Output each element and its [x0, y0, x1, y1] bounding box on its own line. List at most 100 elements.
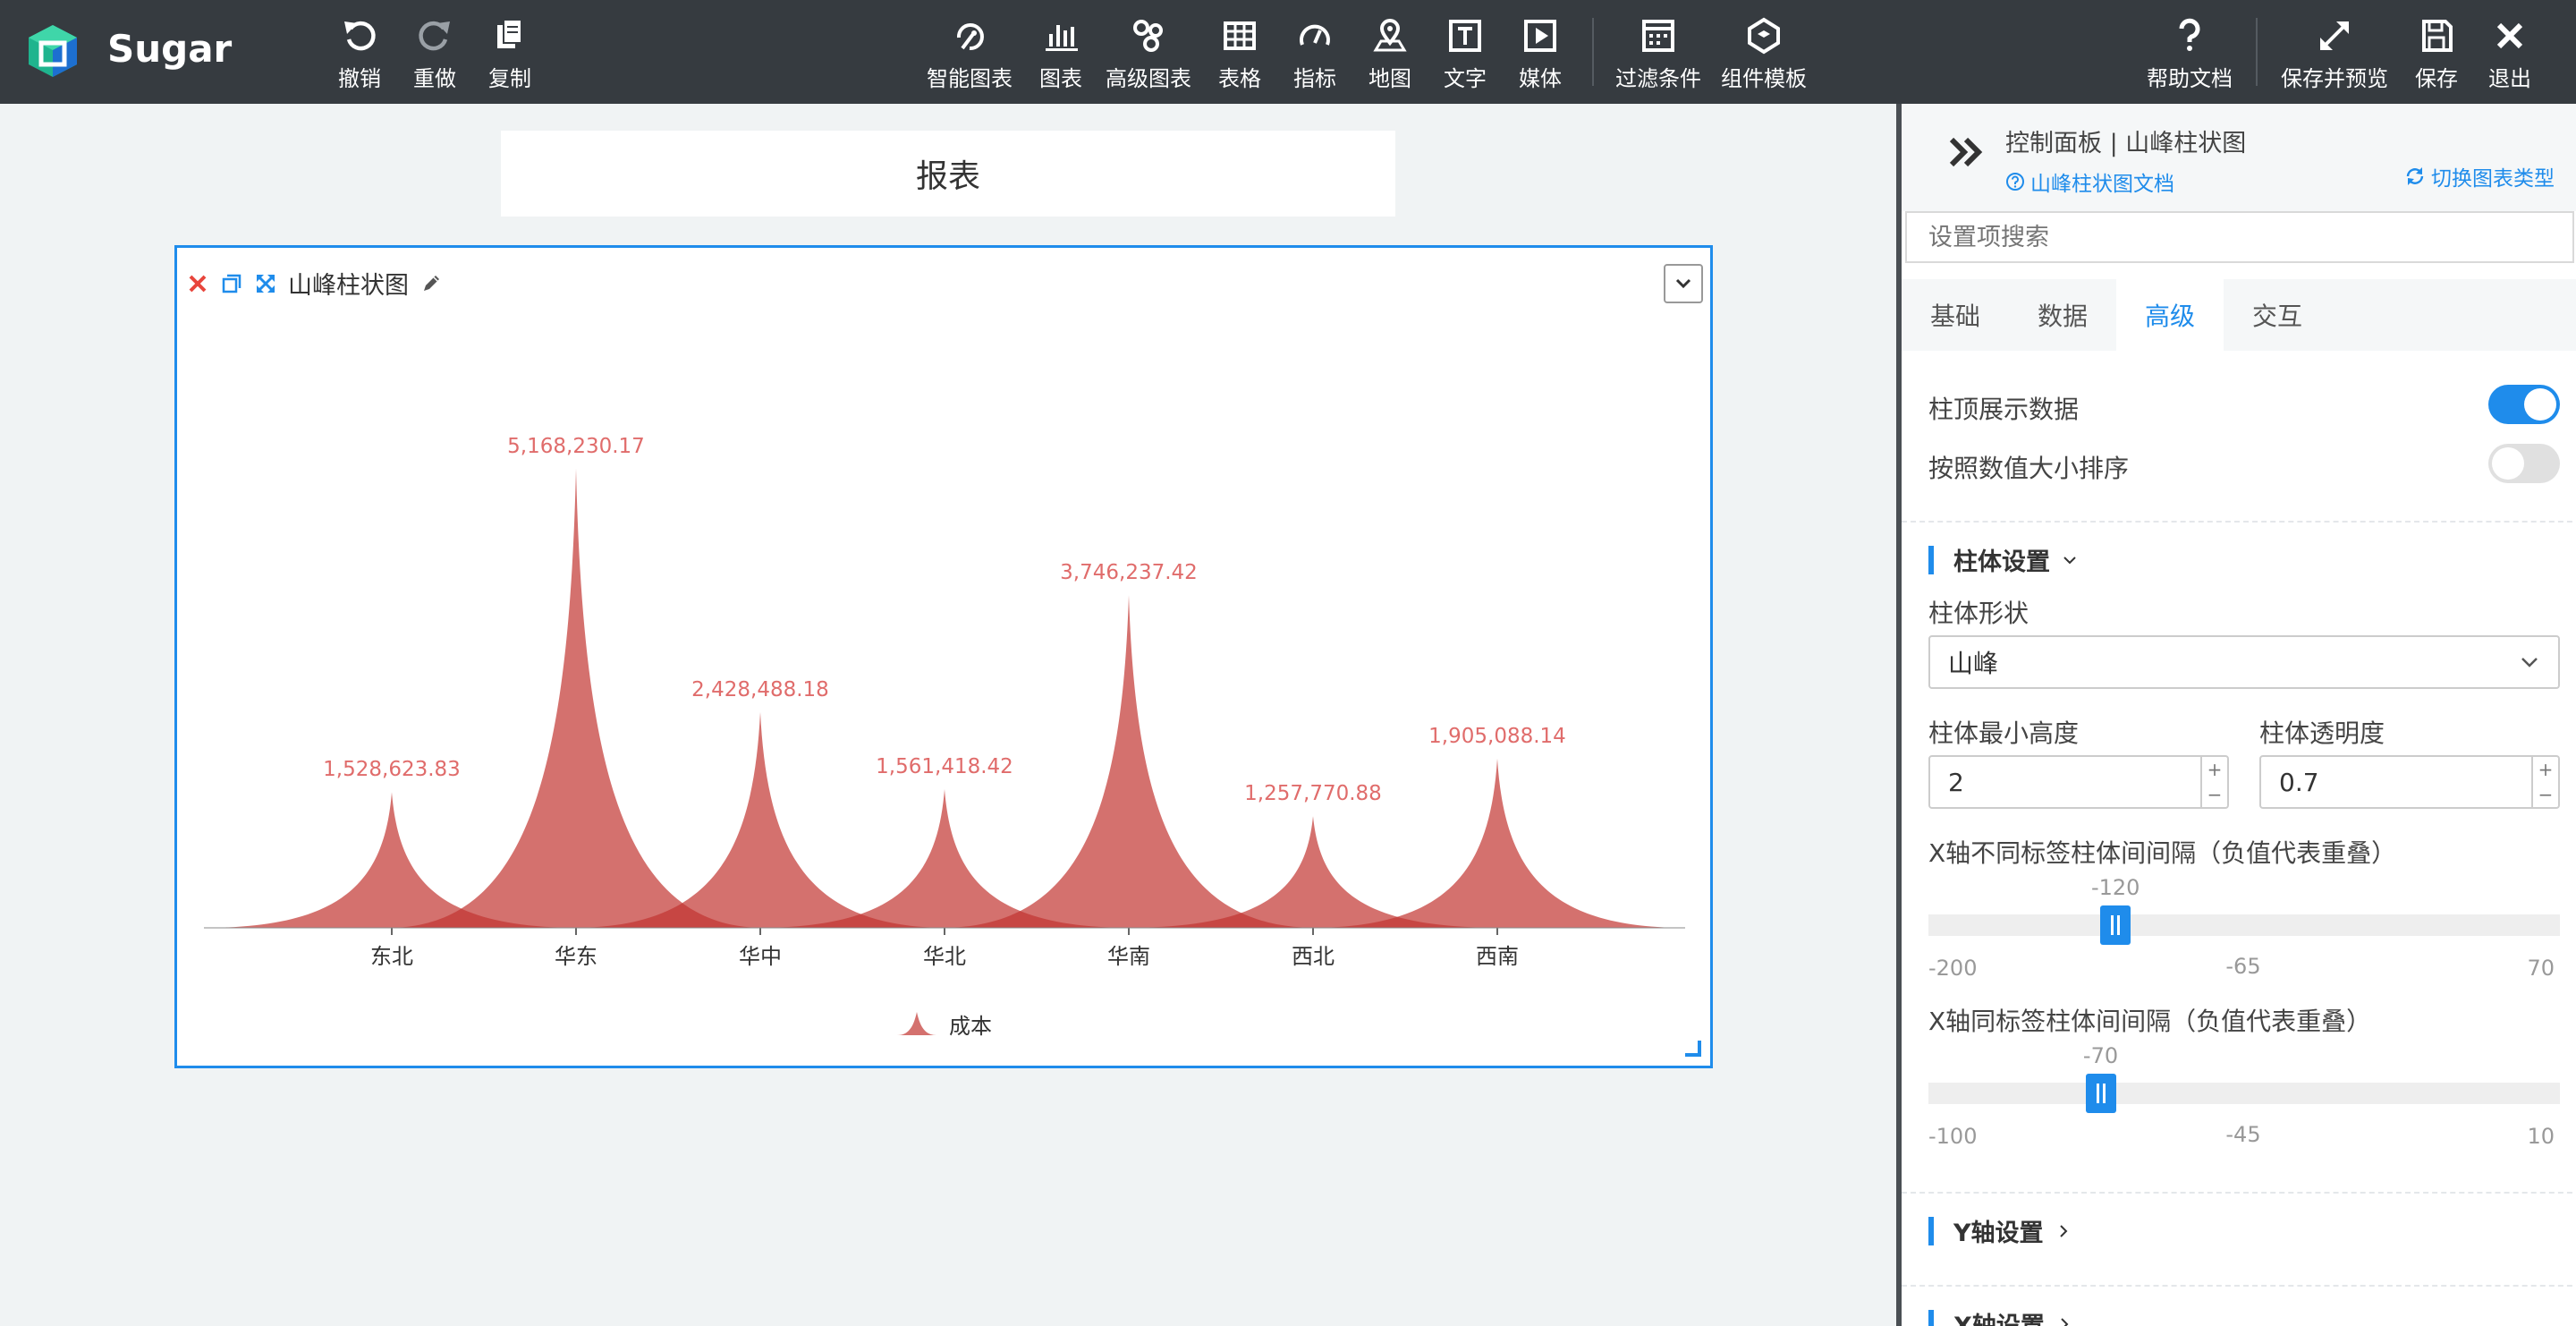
sort-by-value-label: 按照数值大小排序	[1928, 454, 2130, 483]
bar-settings-section[interactable]: 柱体设置	[1928, 542, 2079, 577]
undo-icon	[344, 21, 376, 51]
tab-advanced[interactable]: 高级	[2116, 279, 2224, 351]
section-divider	[1902, 1192, 2576, 1194]
template-button[interactable]: 组件模板	[1721, 16, 1807, 92]
save-preview-button[interactable]: 保存并预览	[2281, 16, 2388, 92]
tab-data[interactable]: 数据	[2009, 279, 2116, 351]
chevron-right-icon	[2059, 1224, 2067, 1237]
chart-doc-link[interactable]: 山峰柱状图文档	[2005, 166, 2174, 197]
data-label: 1,905,088.14	[1428, 725, 1566, 748]
tab-basic[interactable]: 基础	[1902, 279, 2009, 351]
x-axis-label: 华南	[1107, 944, 1150, 969]
table-icon	[1224, 21, 1256, 50]
report-title[interactable]: 报表	[501, 131, 1395, 217]
bar-shape-label: 柱体形状	[1928, 599, 2029, 628]
help-button[interactable]: 帮助文档	[2147, 16, 2233, 92]
switch-chart-type-link[interactable]: 切换图表类型	[2404, 161, 2555, 191]
toolbar-separator	[2256, 18, 2258, 86]
data-label: 1,257,770.88	[1244, 782, 1382, 805]
smart-chart-icon	[956, 23, 984, 51]
gauge-icon	[1300, 24, 1330, 46]
map-pin-icon	[1373, 19, 1407, 52]
redo-button[interactable]: 重做	[413, 16, 456, 92]
data-label: 2,428,488.18	[691, 678, 829, 701]
gap-same-slider[interactable]	[1928, 1083, 2560, 1104]
settings-search-input[interactable]	[1905, 211, 2574, 263]
data-label: 1,561,418.42	[876, 755, 1013, 778]
gap-diff-slider[interactable]	[1928, 914, 2560, 936]
media-icon	[1524, 20, 1556, 52]
exit-button[interactable]: 退出	[2488, 16, 2531, 92]
min-height-label: 柱体最小高度	[1928, 718, 2080, 748]
chart-widget[interactable]: 山峰柱状图 1,528,623.83 东北 5,168,230.17 华东 2,428,…	[174, 245, 1713, 1068]
collapse-panel-icon[interactable]	[1946, 132, 1986, 172]
gap-same-value: -70	[2082, 1043, 2119, 1068]
opacity-stepper[interactable]: + −	[2531, 757, 2558, 807]
section-marker	[1928, 1216, 1934, 1245]
help-circle-icon	[2006, 173, 2024, 191]
gap-diff-slider-handle[interactable]	[2100, 905, 2131, 945]
gap-same-slider-handle[interactable]	[2085, 1074, 2116, 1113]
bar-shape-select[interactable]: 山峰	[1928, 635, 2560, 689]
mountain-bar-chart: 1,528,623.83 东北 5,168,230.17 华东 2,428,488.18…	[204, 435, 1685, 1039]
gap-same-min: -100	[1928, 1124, 1978, 1149]
gap-same-mid: -45	[2225, 1122, 2261, 1147]
text-button[interactable]: 文字	[1444, 16, 1487, 92]
panel-tabs: 基础 数据 高级 交互	[1902, 279, 2576, 351]
map-button[interactable]: 地图	[1368, 16, 1411, 92]
sort-by-value-toggle[interactable]	[2488, 444, 2560, 483]
filter-button[interactable]: 过滤条件	[1615, 16, 1701, 92]
top-toolbar: Sugar 撤销 重做 复制 智能图表 图表 高级图表 表格 指标 地图 文字	[0, 0, 2576, 104]
help-icon	[2179, 18, 2200, 51]
indicator-button[interactable]: 指标	[1293, 16, 1336, 92]
expand-icon	[2320, 21, 2349, 50]
gap-diff-value: -120	[2090, 875, 2140, 900]
resize-handle[interactable]	[1685, 1041, 1701, 1057]
x-axis-label: 东北	[370, 944, 413, 969]
chart-button[interactable]: 图表	[1039, 16, 1082, 92]
report-canvas: 报表 山峰柱状图 1,528,623.83 东北 5,168,230.17 华东 2,4…	[0, 104, 1896, 1326]
template-icon	[1748, 17, 1780, 55]
gap-diff-mid: -65	[2225, 954, 2261, 979]
section-marker	[1928, 1309, 1934, 1326]
opacity-label: 柱体透明度	[2259, 718, 2385, 748]
chevron-right-icon	[2061, 1317, 2069, 1326]
x-axis-label: 西南	[1476, 944, 1519, 969]
show-top-data-toggle[interactable]	[2488, 385, 2560, 424]
x-axis-label: 华东	[555, 944, 597, 969]
y-axis-section[interactable]: Y轴设置	[1928, 1213, 2072, 1248]
media-button[interactable]: 媒体	[1519, 16, 1562, 92]
section-divider	[1902, 521, 2576, 523]
chevron-down-icon	[2521, 658, 2538, 667]
x-axis-label: 华中	[739, 944, 782, 969]
legend-label[interactable]: 成本	[949, 1014, 992, 1039]
refresh-icon	[2406, 167, 2424, 185]
x-axis-label: 西北	[1292, 944, 1335, 969]
legend-marker[interactable]	[897, 1012, 936, 1035]
toolbar-separator	[1592, 18, 1594, 86]
section-marker	[1928, 545, 1934, 574]
save-icon	[2422, 20, 2453, 52]
gap-same-max: 10	[2527, 1124, 2555, 1149]
save-button[interactable]: 保存	[2415, 16, 2458, 92]
gap-diff-min: -200	[1928, 956, 1978, 981]
redo-icon	[419, 21, 450, 51]
sugar-logo-icon	[29, 25, 77, 77]
opacity-input[interactable]: 0.7 + −	[2259, 755, 2560, 809]
min-height-input[interactable]: 2 + −	[1928, 755, 2229, 809]
panel-title: 控制面板 | 山峰柱状图	[2005, 130, 2247, 157]
undo-button[interactable]: 撤销	[338, 16, 381, 92]
bar-chart-icon	[1046, 25, 1078, 51]
tab-interaction[interactable]: 交互	[2224, 279, 2331, 351]
copy-button[interactable]: 复制	[488, 16, 531, 92]
x-axis-section[interactable]: X轴设置	[1928, 1306, 2073, 1326]
table-button[interactable]: 表格	[1218, 16, 1261, 92]
advanced-chart-icon	[1133, 20, 1163, 52]
section-divider	[1902, 1285, 2576, 1287]
data-label: 5,168,230.17	[507, 435, 645, 458]
min-height-stepper[interactable]: + −	[2200, 757, 2227, 807]
chevron-down-icon	[2063, 556, 2076, 564]
smart-chart-button[interactable]: 智能图表	[927, 16, 1013, 92]
advanced-chart-button[interactable]: 高级图表	[1106, 16, 1191, 92]
gap-same-label: X轴同标签柱体间间隔（负值代表重叠）	[1928, 1007, 2372, 1036]
